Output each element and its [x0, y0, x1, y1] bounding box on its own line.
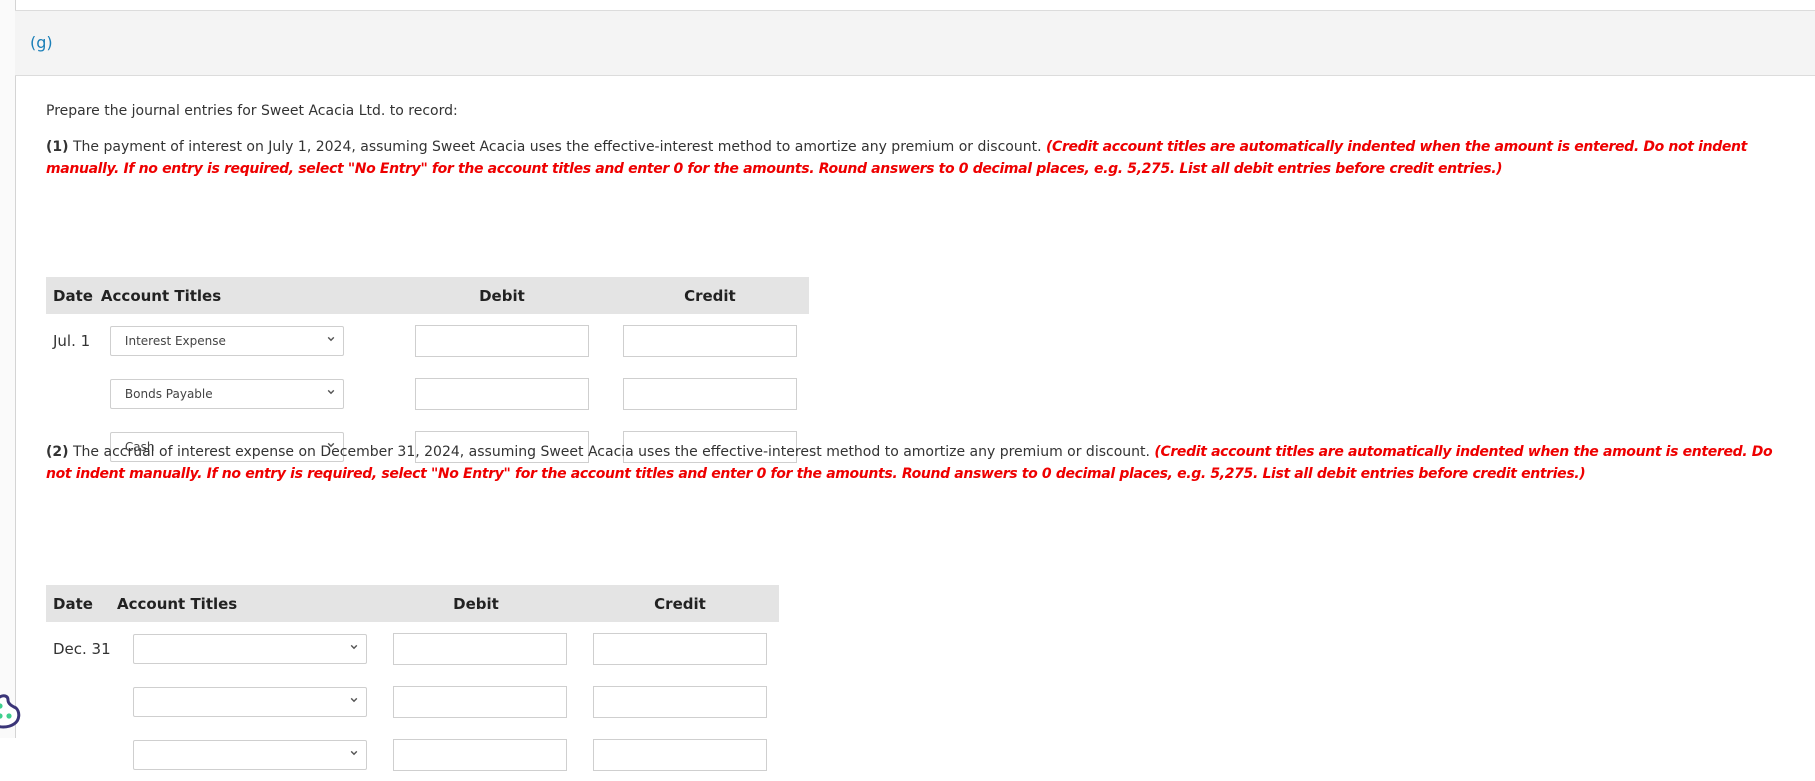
question-1: (1) The payment of interest on July 1, 2… — [46, 136, 1786, 180]
debit-input[interactable] — [393, 632, 567, 665]
journal-table-2: Date Account Titles Debit Credit Dec. 31 — [46, 585, 779, 781]
selected-account: Interest Expense — [124, 333, 226, 348]
credit-input[interactable] — [593, 685, 767, 718]
left-gutter — [0, 0, 16, 738]
date-cell — [46, 675, 117, 728]
header-date: Date — [53, 286, 93, 305]
question-2: (2) The accrual of interest expense on D… — [46, 441, 1786, 485]
chevron-down-icon — [350, 750, 358, 755]
selected-account: Bonds Payable — [124, 386, 213, 401]
account-title-select[interactable] — [133, 739, 367, 770]
account-title-select[interactable] — [133, 686, 367, 717]
intro-text: Prepare the journal entries for Sweet Ac… — [46, 103, 458, 119]
table-header-row: Date Account Titles Debit Credit — [46, 585, 779, 622]
header-debit: Debit — [453, 594, 499, 613]
table-row: Bonds Payable — [46, 367, 809, 420]
header-credit: Credit — [654, 594, 706, 613]
chevron-down-icon — [327, 336, 335, 341]
question-text: The payment of interest on July 1, 2024,… — [68, 139, 1046, 155]
debit-input[interactable] — [414, 377, 589, 410]
table-row: Dec. 31 — [46, 622, 779, 675]
chevron-down-icon — [350, 644, 358, 649]
table-row: Jul. 1 Interest Expense — [46, 314, 809, 367]
header-account-titles: Account Titles — [100, 286, 222, 305]
chevron-down-icon — [327, 389, 335, 394]
table-row — [46, 728, 779, 781]
debit-input[interactable] — [393, 738, 567, 771]
credit-input[interactable] — [593, 738, 767, 771]
question-number: (1) — [46, 139, 69, 155]
table-header-row: Date Account Titles Debit Credit — [46, 277, 809, 314]
date-cell — [46, 728, 117, 781]
date-cell — [46, 367, 101, 420]
debit-input[interactable] — [414, 324, 589, 357]
debit-input[interactable] — [393, 685, 567, 718]
question-number: (2) — [46, 444, 69, 460]
header-debit: Debit — [479, 286, 525, 305]
panel-header: (g) — [15, 10, 1815, 76]
help-chat-icon[interactable] — [0, 690, 28, 730]
question-text: The accrual of interest expense on Decem… — [68, 444, 1155, 460]
question-panel: (g) Prepare the journal entries for Swee… — [15, 10, 1815, 771]
header-account-titles: Account Titles — [117, 594, 238, 613]
account-title-select[interactable] — [133, 633, 367, 664]
chevron-down-icon — [350, 697, 358, 702]
date-cell: Jul. 1 — [53, 331, 91, 350]
credit-input[interactable] — [593, 632, 767, 665]
credit-input[interactable] — [622, 324, 797, 357]
part-label: (g) — [30, 33, 53, 52]
account-title-select[interactable]: Interest Expense — [109, 325, 344, 356]
account-title-select[interactable]: Bonds Payable — [109, 378, 344, 409]
credit-input[interactable] — [622, 377, 797, 410]
table-row — [46, 675, 779, 728]
header-date: Date — [53, 594, 93, 613]
date-cell: Dec. 31 — [53, 639, 111, 658]
header-credit: Credit — [684, 286, 736, 305]
